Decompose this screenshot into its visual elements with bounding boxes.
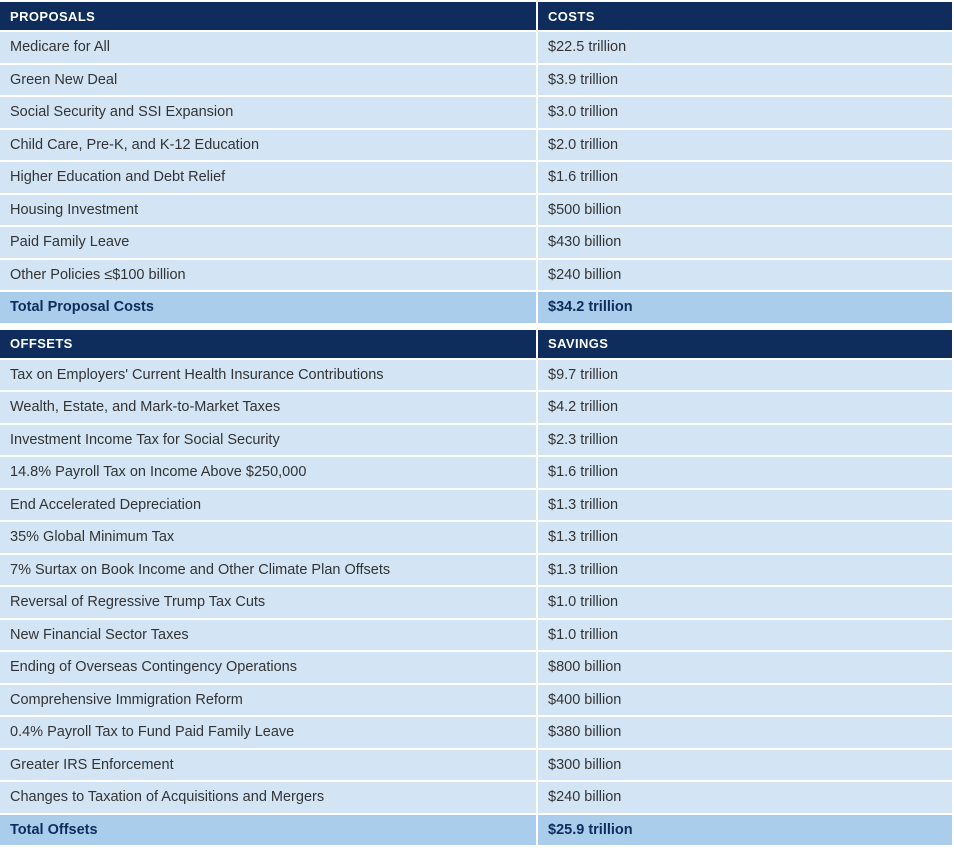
proposal-name: Housing Investment	[0, 194, 538, 227]
table-row: 35% Global Minimum Tax $1.3 trillion	[0, 522, 952, 555]
offset-savings: $240 billion	[538, 782, 952, 815]
offset-name: Changes to Taxation of Acquisitions and …	[0, 782, 538, 815]
proposal-cost: $1.6 trillion	[538, 162, 952, 195]
table-row: 0.4% Payroll Tax to Fund Paid Family Lea…	[0, 717, 952, 750]
table-row: Higher Education and Debt Relief $1.6 tri…	[0, 162, 952, 195]
proposals-total-row: Total Proposal Costs $34.2 trillion	[0, 292, 952, 325]
proposal-cost: $3.9 trillion	[538, 64, 952, 97]
proposal-cost: $22.5 trillion	[538, 32, 952, 65]
offsets-column-header: OFFSETS	[0, 329, 538, 360]
proposal-name: Higher Education and Debt Relief	[0, 162, 538, 195]
offset-name: 14.8% Payroll Tax on Income Above $250,0…	[0, 457, 538, 490]
offset-name: Greater IRS Enforcement	[0, 749, 538, 782]
offset-savings: $380 billion	[538, 717, 952, 750]
table-row: Ending of Overseas Contingency Operation…	[0, 652, 952, 685]
proposal-cost: $240 billion	[538, 259, 952, 292]
offset-name: Wealth, Estate, and Mark-to-Market Taxes	[0, 392, 538, 425]
table-row: Reversal of Regressive Trump Tax Cuts $1.…	[0, 587, 952, 620]
table-row: Medicare for All $22.5 trillion	[0, 32, 952, 65]
table-row: Social Security and SSI Expansion $3.0 tr…	[0, 97, 952, 130]
table-row: Greater IRS Enforcement $300 billion	[0, 749, 952, 782]
proposal-name: Social Security and SSI Expansion	[0, 97, 538, 130]
proposals-column-header: PROPOSALS	[0, 2, 538, 32]
proposal-cost: $3.0 trillion	[538, 97, 952, 130]
offset-name: 35% Global Minimum Tax	[0, 522, 538, 555]
offset-name: 0.4% Payroll Tax to Fund Paid Family Lea…	[0, 717, 538, 750]
table-row: Changes to Taxation of Acquisitions and …	[0, 782, 952, 815]
offsets-total-row: Total Offsets $25.9 trillion	[0, 814, 952, 847]
offset-savings: $1.3 trillion	[538, 489, 952, 522]
proposal-cost: $430 billion	[538, 227, 952, 260]
table-row: Wealth, Estate, and Mark-to-Market Taxes…	[0, 392, 952, 425]
offset-savings: $300 billion	[538, 749, 952, 782]
cost-offset-table-container: PROPOSALS COSTS Medicare for All $22.5 tr…	[0, 0, 952, 847]
table-row: Paid Family Leave $430 billion	[0, 227, 952, 260]
offsets-header-row: OFFSETS SAVINGS	[0, 329, 952, 360]
offset-savings: $1.6 trillion	[538, 457, 952, 490]
table-row: Green New Deal $3.9 trillion	[0, 64, 952, 97]
table-row: Comprehensive Immigration Reform $400 bil…	[0, 684, 952, 717]
proposals-header-row: PROPOSALS COSTS	[0, 2, 952, 32]
offset-savings: $1.3 trillion	[538, 522, 952, 555]
table-row: 14.8% Payroll Tax on Income Above $250,0…	[0, 457, 952, 490]
offset-name: Ending of Overseas Contingency Operation…	[0, 652, 538, 685]
cost-offset-table: PROPOSALS COSTS Medicare for All $22.5 tr…	[0, 2, 952, 847]
offset-savings: $400 billion	[538, 684, 952, 717]
offset-savings: $9.7 trillion	[538, 359, 952, 392]
offset-savings: $1.3 trillion	[538, 554, 952, 587]
table-row: Other Policies ≤$100 billion $240 billion	[0, 259, 952, 292]
offset-name: Investment Income Tax for Social Securit…	[0, 424, 538, 457]
proposals-total-value: $34.2 trillion	[538, 292, 952, 325]
table-row: Investment Income Tax for Social Securit…	[0, 424, 952, 457]
table-row: Child Care, Pre-K, and K-12 Education $2.…	[0, 129, 952, 162]
savings-column-header: SAVINGS	[538, 329, 952, 360]
table-body: PROPOSALS COSTS Medicare for All $22.5 tr…	[0, 2, 952, 847]
offset-name: Comprehensive Immigration Reform	[0, 684, 538, 717]
proposal-name: Green New Deal	[0, 64, 538, 97]
offset-savings: $800 billion	[538, 652, 952, 685]
offset-name: End Accelerated Depreciation	[0, 489, 538, 522]
offset-name: 7% Surtax on Book Income and Other Clima…	[0, 554, 538, 587]
proposal-name: Medicare for All	[0, 32, 538, 65]
offsets-total-label: Total Offsets	[0, 814, 538, 847]
costs-column-header: COSTS	[538, 2, 952, 32]
table-row: Housing Investment $500 billion	[0, 194, 952, 227]
proposal-name: Other Policies ≤$100 billion	[0, 259, 538, 292]
proposal-name: Child Care, Pre-K, and K-12 Education	[0, 129, 538, 162]
proposal-cost: $500 billion	[538, 194, 952, 227]
table-row: Tax on Employers' Current Health Insuran…	[0, 359, 952, 392]
offset-savings: $1.0 trillion	[538, 619, 952, 652]
offset-savings: $2.3 trillion	[538, 424, 952, 457]
proposals-total-label: Total Proposal Costs	[0, 292, 538, 325]
offset-name: Tax on Employers' Current Health Insuran…	[0, 359, 538, 392]
table-row: 7% Surtax on Book Income and Other Clima…	[0, 554, 952, 587]
proposal-name: Paid Family Leave	[0, 227, 538, 260]
offset-name: Reversal of Regressive Trump Tax Cuts	[0, 587, 538, 620]
table-row: End Accelerated Depreciation $1.3 trillio…	[0, 489, 952, 522]
table-row: New Financial Sector Taxes $1.0 trillion	[0, 619, 952, 652]
offset-name: New Financial Sector Taxes	[0, 619, 538, 652]
offset-savings: $4.2 trillion	[538, 392, 952, 425]
offsets-total-value: $25.9 trillion	[538, 814, 952, 847]
offset-savings: $1.0 trillion	[538, 587, 952, 620]
proposal-cost: $2.0 trillion	[538, 129, 952, 162]
